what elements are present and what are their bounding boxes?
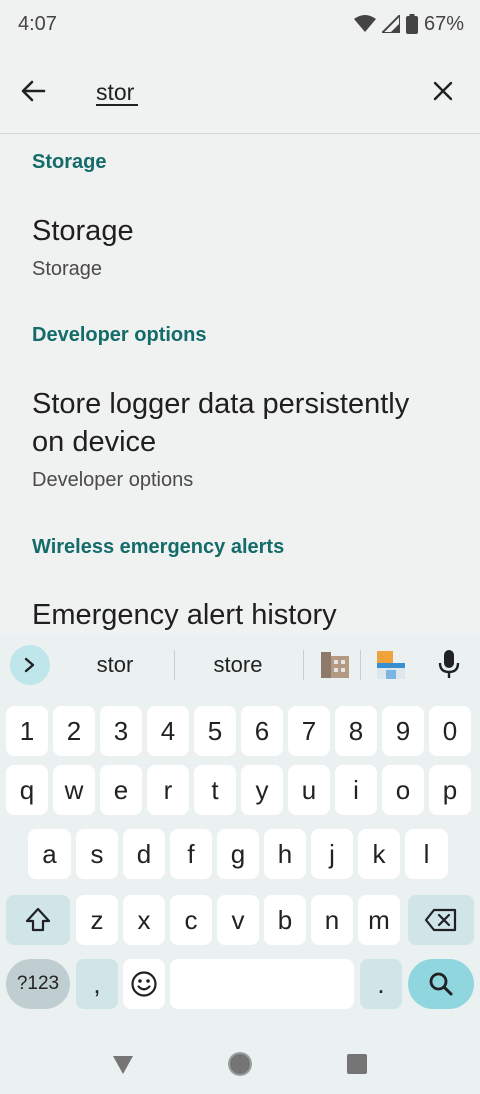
nav-back-icon[interactable] — [109, 1050, 137, 1078]
section-header: Wireless emergency alerts — [32, 536, 285, 558]
key-m[interactable]: m — [358, 895, 400, 945]
key-x[interactable]: x — [123, 895, 165, 945]
emoji-key[interactable] — [123, 959, 165, 1009]
key-2[interactable]: 2 — [53, 706, 95, 756]
key-z[interactable]: z — [76, 895, 118, 945]
key-y[interactable]: y — [241, 765, 283, 815]
result-title-line: Store logger data persistently — [32, 388, 410, 420]
section-header: Developer options — [32, 324, 207, 346]
back-button[interactable] — [14, 72, 52, 110]
emoji-icon — [131, 971, 157, 997]
key-3[interactable]: 3 — [100, 706, 142, 756]
mic-icon[interactable] — [438, 649, 460, 679]
key-v[interactable]: v — [217, 895, 259, 945]
nav-recents-icon[interactable] — [343, 1050, 371, 1078]
chevron-right-icon — [24, 657, 35, 673]
key-6[interactable]: 6 — [241, 706, 283, 756]
key-8[interactable]: 8 — [335, 706, 377, 756]
composing-underline — [96, 104, 138, 106]
battery-icon — [405, 14, 418, 34]
suggestion-item[interactable]: stor — [60, 648, 170, 682]
close-icon — [433, 81, 453, 101]
wifi-icon — [353, 15, 376, 32]
result-title-line: on device — [32, 426, 157, 458]
symbols-key[interactable]: ?123 — [6, 959, 70, 1009]
comma-key[interactable]: , — [76, 959, 118, 1009]
search-icon — [429, 972, 453, 996]
suggestion-divider — [174, 650, 175, 680]
result-subtitle: Storage — [32, 258, 103, 280]
key-n[interactable]: n — [311, 895, 353, 945]
result-store-logger-data[interactable]: Store logger data persistently on device… — [0, 385, 480, 492]
key-h[interactable]: h — [264, 829, 306, 879]
result-emergency-alert-history[interactable]: Emergency alert history — [0, 596, 480, 634]
key-b[interactable]: b — [264, 895, 306, 945]
key-o[interactable]: o — [382, 765, 424, 815]
clear-search-button[interactable] — [424, 72, 462, 110]
search-input[interactable] — [96, 74, 396, 110]
key-t[interactable]: t — [194, 765, 236, 815]
key-q[interactable]: q — [6, 765, 48, 815]
key-a[interactable]: a — [28, 829, 71, 879]
status-bar: 4:07 67% — [0, 0, 480, 48]
result-subtitle: Developer options — [32, 469, 194, 491]
result-title: Emergency alert history — [32, 599, 337, 631]
key-d[interactable]: d — [123, 829, 165, 879]
building-emoji-icon[interactable] — [318, 648, 352, 682]
key-k[interactable]: k — [358, 829, 400, 879]
key-j[interactable]: j — [311, 829, 353, 879]
status-icons: 67% — [353, 12, 464, 36]
nav-home-icon[interactable] — [226, 1050, 254, 1078]
key-1[interactable]: 1 — [6, 706, 48, 756]
shift-icon — [25, 907, 51, 932]
navigation-bar — [0, 1034, 480, 1094]
key-9[interactable]: 9 — [382, 706, 424, 756]
key-w[interactable]: w — [53, 765, 95, 815]
suggestion-strip: stor store — [0, 634, 480, 696]
key-p[interactable]: p — [429, 765, 471, 815]
key-5[interactable]: 5 — [194, 706, 236, 756]
section-header: Storage — [32, 151, 107, 173]
battery-percent: 67% — [423, 12, 464, 35]
key-4[interactable]: 4 — [147, 706, 189, 756]
period-key[interactable]: . — [360, 959, 402, 1009]
key-r[interactable]: r — [147, 765, 189, 815]
key-e[interactable]: e — [100, 765, 142, 815]
search-action-key[interactable] — [408, 959, 474, 1009]
result-title: Storage — [32, 215, 134, 247]
suggestion-divider — [303, 650, 304, 680]
backspace-key[interactable] — [408, 895, 474, 945]
signal-icon — [381, 15, 400, 33]
search-toolbar — [0, 48, 480, 134]
search-results: Storage Storage Storage Developer option… — [0, 134, 480, 634]
status-time: 4:07 — [18, 12, 57, 35]
key-c[interactable]: c — [170, 895, 212, 945]
key-i[interactable]: i — [335, 765, 377, 815]
arrow-left-icon — [21, 80, 46, 102]
result-storage[interactable]: Storage Storage — [0, 212, 480, 281]
shift-key[interactable] — [6, 895, 70, 945]
space-key[interactable] — [170, 959, 354, 1009]
suggestion-item[interactable]: store — [180, 648, 296, 682]
key-7[interactable]: 7 — [288, 706, 330, 756]
backspace-icon — [424, 908, 457, 932]
key-u[interactable]: u — [288, 765, 330, 815]
key-0[interactable]: 0 — [429, 706, 471, 756]
soft-keyboard: stor store 1 2 3 4 5 6 7 8 9 0 q w e r t… — [0, 634, 480, 1034]
suggestion-divider — [360, 650, 361, 680]
key-s[interactable]: s — [76, 829, 118, 879]
key-g[interactable]: g — [217, 829, 259, 879]
key-l[interactable]: l — [405, 829, 448, 879]
expand-toolbar-button[interactable] — [10, 645, 50, 685]
key-f[interactable]: f — [170, 829, 212, 879]
convenience-store-emoji-icon[interactable] — [374, 648, 408, 682]
